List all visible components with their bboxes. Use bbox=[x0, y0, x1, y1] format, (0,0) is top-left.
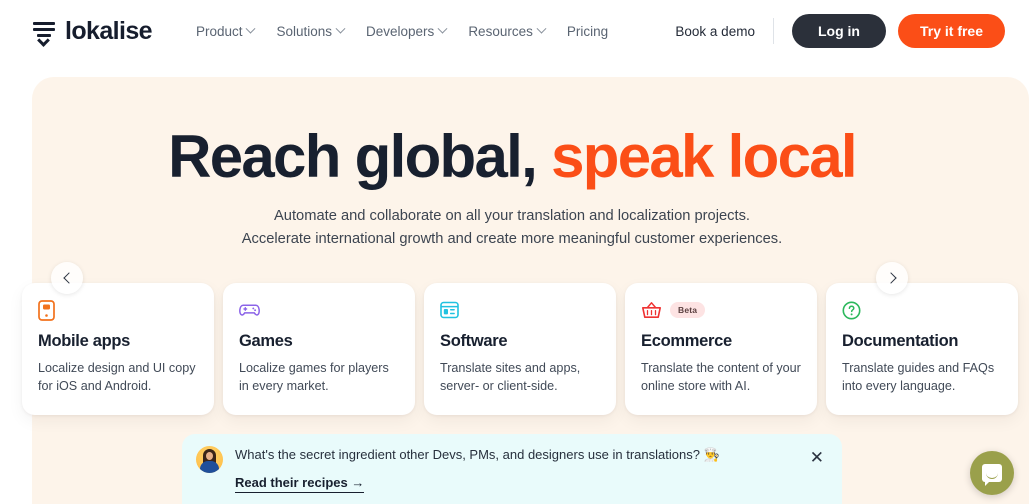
nav-item-product[interactable]: Product bbox=[195, 23, 256, 39]
nav-item-solutions[interactable]: Solutions bbox=[276, 23, 346, 39]
read-their-recipes-link[interactable]: Read their recipes → bbox=[235, 475, 365, 493]
mobile-phone-icon bbox=[38, 299, 55, 321]
card-documentation[interactable]: Documentation Translate guides and FAQs … bbox=[826, 283, 1018, 415]
promo-banner-body: What's the secret ingredient other Devs,… bbox=[235, 446, 798, 493]
question-circle-icon bbox=[842, 301, 861, 319]
header-actions: Book a demo Log in Try it free bbox=[675, 14, 1005, 48]
hero-title: Reach global, speak local bbox=[32, 125, 992, 188]
card-title: Games bbox=[239, 332, 293, 350]
promo-banner-text: What's the secret ingredient other Devs,… bbox=[235, 447, 720, 462]
site-header: lokalise Product Solutions Developers Re… bbox=[0, 0, 1029, 62]
card-description: Translate the content of your online sto… bbox=[641, 361, 801, 394]
card-description: Translate guides and FAQs into every lan… bbox=[842, 361, 995, 394]
promo-banner: What's the secret ingredient other Devs,… bbox=[182, 434, 842, 504]
hero-title-accent: speak local bbox=[551, 123, 858, 190]
card-icon-row: Beta bbox=[641, 299, 801, 321]
card-title: Mobile apps bbox=[38, 332, 131, 350]
book-demo-link[interactable]: Book a demo bbox=[675, 24, 773, 39]
chevron-down-icon bbox=[536, 23, 547, 34]
logo[interactable]: lokalise bbox=[32, 16, 153, 47]
chevron-down-icon bbox=[335, 23, 346, 34]
chevron-down-icon bbox=[246, 23, 256, 34]
card-title: Ecommerce bbox=[641, 332, 732, 350]
hero-title-main: Reach global, bbox=[168, 123, 538, 190]
chevron-right-icon bbox=[884, 272, 897, 284]
try-it-free-button[interactable]: Try it free bbox=[897, 14, 1005, 48]
hero-subtitle-line-1: Automate and collaborate on all your tra… bbox=[274, 208, 750, 224]
card-ecommerce[interactable]: Beta Ecommerce Translate the content of … bbox=[625, 283, 817, 415]
page-root: lokalise Product Solutions Developers Re… bbox=[0, 0, 1029, 504]
carousel-prev-button[interactable] bbox=[51, 262, 83, 294]
nav-item-label: Solutions bbox=[276, 23, 333, 39]
close-icon[interactable]: ✕ bbox=[810, 446, 826, 466]
hero-subtitle: Automate and collaborate on all your tra… bbox=[32, 205, 992, 251]
nav-item-label: Developers bbox=[366, 23, 435, 39]
logo-text: lokalise bbox=[65, 16, 153, 45]
main-nav: Product Solutions Developers Resources P… bbox=[195, 23, 608, 39]
card-icon-row bbox=[239, 299, 399, 321]
avatar bbox=[196, 446, 223, 473]
card-software[interactable]: Software Translate sites and apps, serve… bbox=[424, 283, 616, 415]
nav-item-label: Product bbox=[195, 23, 243, 39]
nav-item-label: Resources bbox=[468, 23, 533, 39]
card-title: Documentation bbox=[842, 332, 959, 350]
chevron-left-icon bbox=[62, 272, 75, 284]
card-title: Software bbox=[440, 332, 508, 350]
use-case-carousel[interactable]: Mobile apps Localize design and UI copy … bbox=[22, 283, 1029, 415]
card-description: Localize design and UI copy for iOS and … bbox=[38, 361, 196, 394]
browser-window-icon bbox=[440, 301, 459, 319]
card-description: Localize games for players in every mark… bbox=[239, 361, 389, 394]
carousel-next-button[interactable] bbox=[876, 262, 908, 294]
gamepad-icon bbox=[239, 304, 260, 316]
card-icon-row bbox=[440, 299, 600, 321]
nav-item-resources[interactable]: Resources bbox=[468, 23, 547, 39]
shopping-basket-icon bbox=[642, 301, 661, 318]
header-divider bbox=[772, 18, 774, 44]
hero-subtitle-line-2: Accelerate international growth and crea… bbox=[241, 230, 783, 247]
card-icon-row bbox=[38, 299, 198, 321]
nav-item-pricing[interactable]: Pricing bbox=[567, 24, 608, 39]
login-button[interactable]: Log in bbox=[791, 14, 886, 48]
chat-bubble-icon bbox=[982, 464, 1002, 486]
card-icon-row bbox=[842, 299, 1002, 321]
card-description: Translate sites and apps, server- or cli… bbox=[440, 361, 581, 394]
nav-item-developers[interactable]: Developers bbox=[366, 23, 448, 39]
chevron-down-icon bbox=[437, 23, 448, 34]
nav-item-label: Pricing bbox=[566, 23, 609, 39]
card-mobile-apps[interactable]: Mobile apps Localize design and UI copy … bbox=[22, 283, 214, 415]
lokalise-stack-chevron-logo-icon bbox=[32, 19, 56, 47]
card-games[interactable]: Games Localize games for players in ever… bbox=[223, 283, 415, 415]
beta-badge: Beta bbox=[670, 302, 706, 318]
chat-widget-button[interactable] bbox=[970, 451, 1014, 495]
